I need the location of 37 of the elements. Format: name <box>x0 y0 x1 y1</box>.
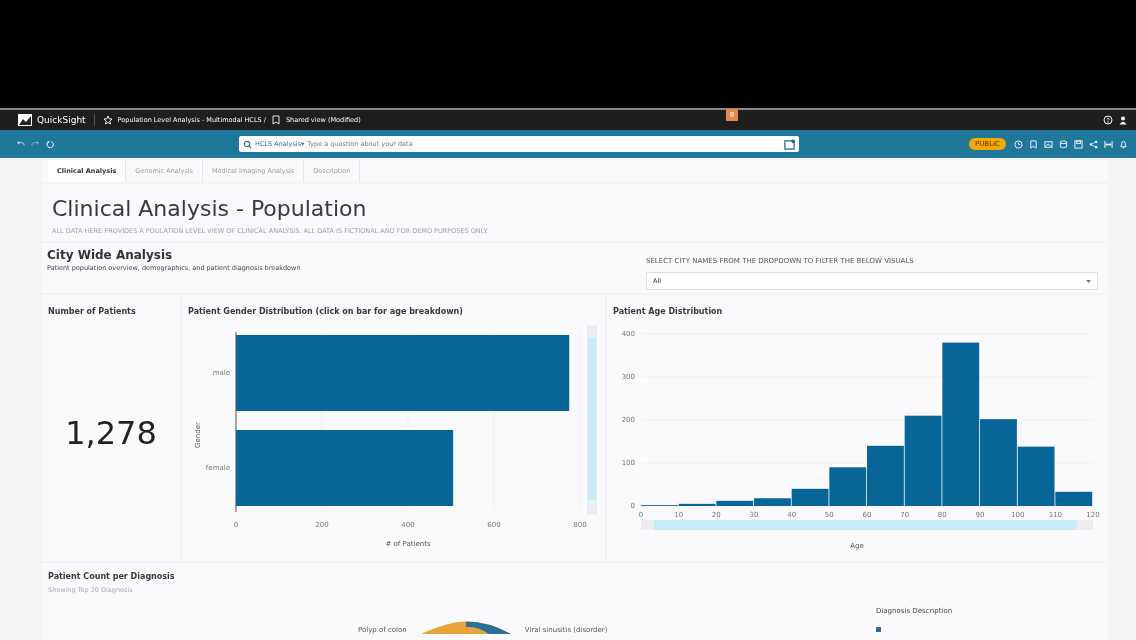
bar[interactable] <box>829 467 867 506</box>
user-icon[interactable] <box>1118 115 1128 125</box>
app-icon <box>725 109 738 121</box>
database-icon[interactable] <box>1059 139 1068 149</box>
bar[interactable] <box>678 503 716 506</box>
bell-icon[interactable] <box>1119 139 1128 149</box>
range-slider[interactable] <box>641 520 1093 530</box>
patient-count: 1,278 <box>64 414 158 452</box>
window-icon[interactable] <box>784 138 795 150</box>
star-icon[interactable] <box>102 115 113 125</box>
legend-swatch <box>876 627 881 632</box>
bar[interactable] <box>904 415 942 506</box>
bookmark-icon <box>270 115 281 125</box>
fit-width-icon[interactable] <box>1104 139 1113 149</box>
visual-title: Patient Gender Distribution (click on bar for age breakdown) <box>188 307 464 316</box>
bar[interactable] <box>1055 491 1093 506</box>
bar[interactable] <box>791 488 829 506</box>
reset-icon[interactable] <box>46 139 55 149</box>
bookmark-icon[interactable] <box>1029 139 1038 149</box>
bar[interactable] <box>716 500 754 506</box>
clock-icon[interactable] <box>1014 139 1023 149</box>
section-title: City Wide Analysis <box>47 248 174 262</box>
caret-icon <box>1086 279 1091 283</box>
image-icon[interactable] <box>1044 139 1053 149</box>
page-title: Clinical Analysis - Population <box>52 196 368 221</box>
share-icon[interactable] <box>1089 139 1098 149</box>
help-icon[interactable] <box>1103 115 1113 125</box>
save-icon[interactable] <box>1074 139 1083 149</box>
search-icon[interactable] <box>243 139 252 149</box>
scrollbar[interactable] <box>587 325 597 515</box>
chart-logo-icon <box>18 114 32 126</box>
visual-title: Patient Age Distribution <box>613 307 724 316</box>
bar[interactable] <box>1017 446 1055 506</box>
app-name[interactable]: QuickSight <box>37 115 86 125</box>
bar[interactable] <box>942 342 980 506</box>
visual-title: Patient Count per Diagnosis <box>48 572 176 581</box>
visual-title: Number of Patients <box>48 307 137 316</box>
